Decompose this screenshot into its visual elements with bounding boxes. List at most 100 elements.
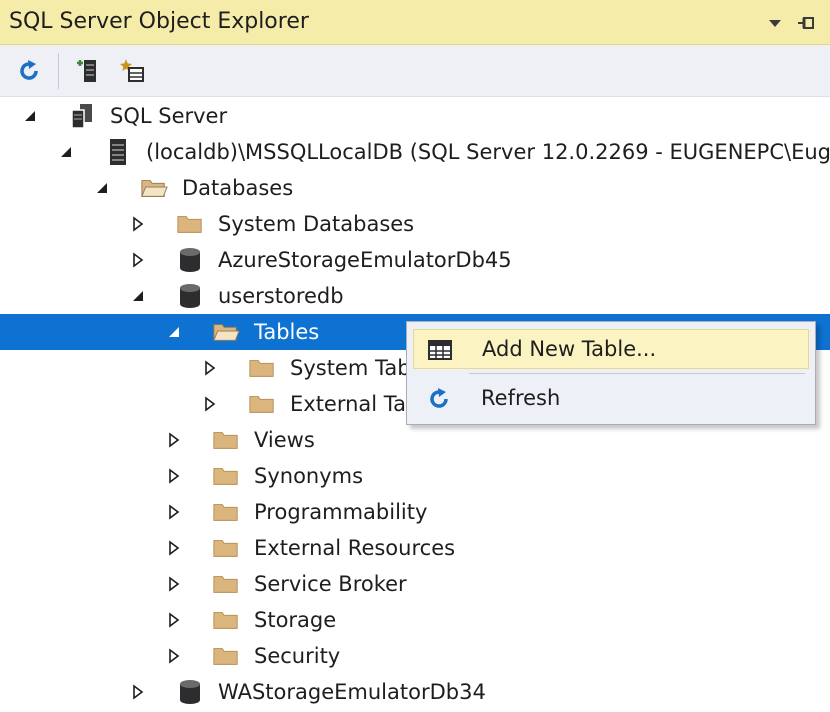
folder-icon bbox=[248, 391, 276, 417]
server-group-icon bbox=[68, 103, 96, 129]
expanded-arrow-icon bbox=[25, 111, 35, 121]
explorer-toolbar bbox=[0, 45, 830, 97]
expand-arrow[interactable] bbox=[200, 358, 220, 378]
tree-node-sql-server[interactable]: SQL Server bbox=[0, 98, 830, 134]
tree-node-userstoredb[interactable]: userstoredb bbox=[0, 278, 830, 314]
database-icon bbox=[176, 283, 204, 309]
collapsed-arrow-icon bbox=[169, 648, 180, 664]
expand-arrow[interactable] bbox=[164, 322, 184, 342]
menu-item-add-new-table[interactable]: Add New Table... bbox=[413, 329, 809, 369]
refresh-icon bbox=[425, 386, 453, 412]
expanded-arrow-icon bbox=[61, 147, 71, 157]
expand-arrow[interactable] bbox=[128, 214, 148, 234]
tree-node-localdb-server[interactable]: (localdb)\MSSQLLocalDB (SQL Server 12.0.… bbox=[0, 134, 830, 170]
expand-arrow[interactable] bbox=[164, 646, 184, 666]
expand-arrow[interactable] bbox=[128, 286, 148, 306]
tree-node-label: Views bbox=[254, 428, 315, 452]
tree-node-label: Databases bbox=[182, 176, 294, 200]
tree-node-external-resources[interactable]: External Resources bbox=[0, 530, 830, 566]
expand-arrow[interactable] bbox=[164, 538, 184, 558]
add-sql-server-button[interactable] bbox=[72, 54, 106, 88]
context-menu: Add New Table... Refresh bbox=[406, 321, 816, 425]
tree-node-label: SQL Server bbox=[110, 104, 228, 128]
folder-icon bbox=[212, 571, 240, 597]
expand-arrow[interactable] bbox=[164, 610, 184, 630]
folder-icon bbox=[212, 535, 240, 561]
tree-node-wastorage-db[interactable]: WAStorageEmulatorDb34 bbox=[0, 674, 830, 710]
folder-icon bbox=[248, 355, 276, 381]
tree-node-label: (localdb)\MSSQLLocalDB (SQL Server 12.0.… bbox=[146, 140, 830, 164]
expanded-arrow-icon bbox=[169, 327, 179, 337]
tree-node-label: System Tab bbox=[290, 356, 411, 380]
panel-title-bar: SQL Server Object Explorer bbox=[0, 0, 830, 45]
tree-node-system-databases[interactable]: System Databases bbox=[0, 206, 830, 242]
tree-node-views[interactable]: Views bbox=[0, 422, 830, 458]
expand-arrow[interactable] bbox=[200, 394, 220, 414]
tree-node-label: Security bbox=[254, 644, 341, 668]
folder-open-icon bbox=[140, 175, 168, 201]
expand-arrow[interactable] bbox=[164, 466, 184, 486]
tree-node-security[interactable]: Security bbox=[0, 638, 830, 674]
filter-button[interactable] bbox=[116, 54, 150, 88]
expanded-arrow-icon bbox=[133, 291, 143, 301]
add-server-icon bbox=[77, 60, 96, 82]
pin-button[interactable] bbox=[796, 12, 818, 34]
tree-node-label: AzureStorageEmulatorDb45 bbox=[218, 248, 512, 272]
window-position-dropdown[interactable] bbox=[764, 12, 786, 34]
refresh-button[interactable] bbox=[12, 54, 46, 88]
tree-node-label: Service Broker bbox=[254, 572, 407, 596]
tree-node-label: Tables bbox=[254, 320, 320, 344]
tree-node-programmability[interactable]: Programmability bbox=[0, 494, 830, 530]
folder-icon bbox=[212, 499, 240, 525]
expand-arrow[interactable] bbox=[56, 142, 76, 162]
collapsed-arrow-icon bbox=[205, 396, 216, 412]
database-icon bbox=[176, 247, 204, 273]
expand-arrow[interactable] bbox=[128, 682, 148, 702]
menu-item-label: Add New Table... bbox=[482, 337, 657, 361]
folder-icon bbox=[212, 643, 240, 669]
tree-node-synonyms[interactable]: Synonyms bbox=[0, 458, 830, 494]
tree-node-label: Synonyms bbox=[254, 464, 364, 488]
expand-arrow[interactable] bbox=[164, 574, 184, 594]
pin-icon bbox=[798, 17, 814, 29]
folder-icon bbox=[212, 607, 240, 633]
tree-node-label: External Resources bbox=[254, 536, 456, 560]
refresh-icon bbox=[20, 60, 38, 80]
expanded-arrow-icon bbox=[97, 183, 107, 193]
expand-arrow[interactable] bbox=[92, 178, 112, 198]
tree-node-label: System Databases bbox=[218, 212, 415, 236]
collapsed-arrow-icon bbox=[169, 612, 180, 628]
expand-arrow[interactable] bbox=[128, 250, 148, 270]
collapsed-arrow-icon bbox=[169, 504, 180, 520]
tree-node-label: Storage bbox=[254, 608, 337, 632]
collapsed-arrow-icon bbox=[133, 216, 144, 232]
folder-icon bbox=[212, 463, 240, 489]
database-icon bbox=[176, 679, 204, 705]
collapsed-arrow-icon bbox=[205, 360, 216, 376]
folder-open-icon bbox=[212, 319, 240, 345]
tree-node-databases[interactable]: Databases bbox=[0, 170, 830, 206]
server-icon bbox=[104, 139, 132, 165]
menu-item-refresh[interactable]: Refresh bbox=[413, 379, 809, 419]
toolbar-separator bbox=[58, 53, 59, 89]
expand-arrow[interactable] bbox=[164, 502, 184, 522]
collapsed-arrow-icon bbox=[169, 432, 180, 448]
tree-node-azure-storage-db[interactable]: AzureStorageEmulatorDb45 bbox=[0, 242, 830, 278]
collapsed-arrow-icon bbox=[133, 684, 144, 700]
tree-node-label: Programmability bbox=[254, 500, 428, 524]
tree-node-service-broker[interactable]: Service Broker bbox=[0, 566, 830, 602]
panel-title: SQL Server Object Explorer bbox=[9, 9, 309, 34]
collapsed-arrow-icon bbox=[133, 252, 144, 268]
tree-node-label: WAStorageEmulatorDb34 bbox=[218, 680, 486, 704]
tree-node-label: userstoredb bbox=[218, 284, 344, 308]
triangle-down-icon bbox=[769, 20, 781, 27]
tree-node-storage[interactable]: Storage bbox=[0, 602, 830, 638]
expand-arrow[interactable] bbox=[20, 106, 40, 126]
collapsed-arrow-icon bbox=[169, 576, 180, 592]
tree-node-label: External Tal bbox=[290, 392, 412, 416]
menu-separator bbox=[469, 373, 805, 374]
expand-arrow[interactable] bbox=[164, 430, 184, 450]
collapsed-arrow-icon bbox=[169, 540, 180, 556]
table-grid-icon bbox=[426, 337, 454, 363]
star-filter-icon bbox=[120, 59, 144, 82]
